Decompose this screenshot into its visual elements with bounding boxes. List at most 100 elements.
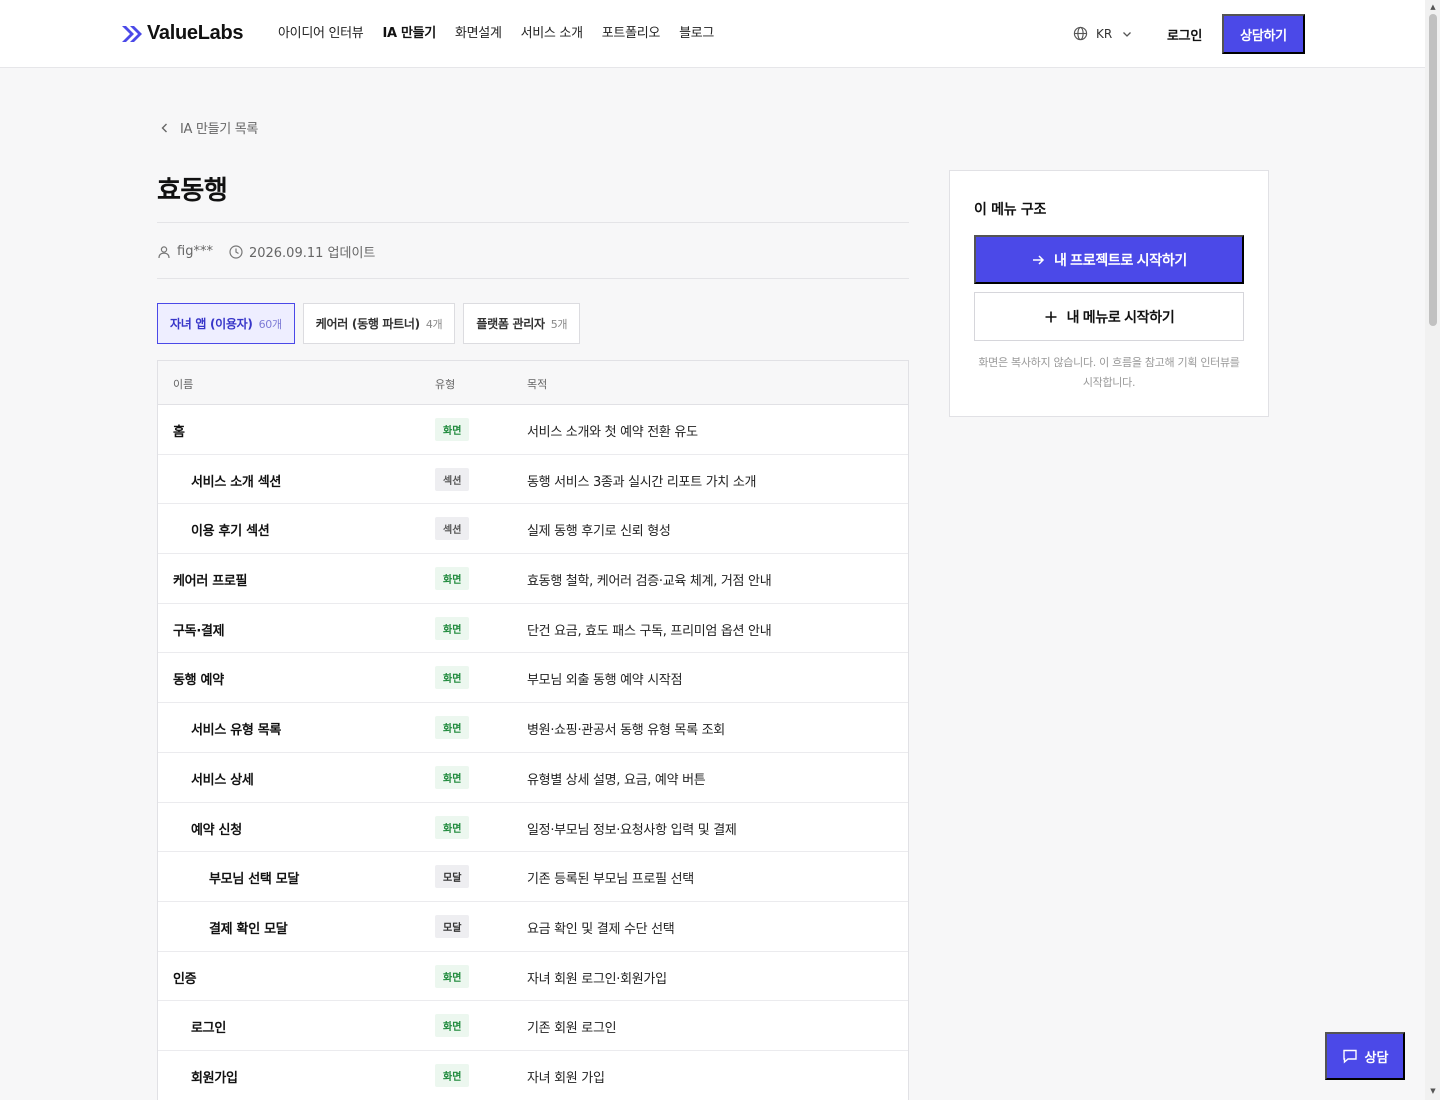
tab-child-app[interactable]: 자녀 앱 (이용자) 60개 — [157, 303, 295, 344]
back-to-list-link[interactable]: IA 만들기 목록 — [160, 118, 258, 137]
row-purpose: 실제 동행 후기로 신뢰 형성 — [527, 524, 671, 540]
card-note: 화면은 복사하지 않습니다. 이 흐름을 참고해 기획 인터뷰를 시작합니다. — [978, 356, 1240, 389]
nav-ia-builder[interactable]: IA 만들기 — [382, 24, 436, 44]
table-row[interactable]: 로그인 화면 기존 회원 로그인 — [158, 1001, 908, 1051]
row-purpose: 일정·부모님 정보·요청사항 입력 및 결제 — [527, 822, 737, 838]
table-row[interactable]: 결제 확인 모달 모달 요금 확인 및 결제 수단 선택 — [158, 902, 908, 952]
nav-portfolio[interactable]: 포트폴리오 — [602, 24, 661, 44]
row-name: 인증 — [173, 971, 197, 987]
table-row[interactable]: 부모님 선택 모달 모달 기존 등록된 부모님 프로필 선택 — [158, 852, 908, 902]
row-purpose: 유형별 상세 설명, 요금, 예약 버튼 — [527, 772, 706, 788]
table-header: 이름 유형 목적 — [158, 361, 908, 405]
nav-service-intro[interactable]: 서비스 소개 — [521, 24, 583, 44]
nav-idea-interview[interactable]: 아이디어 인터뷰 — [278, 24, 364, 44]
type-badge: 화면 — [435, 567, 470, 591]
row-name: 이용 후기 섹션 — [191, 524, 270, 540]
logo-text: ValueLabs — [147, 22, 244, 44]
type-badge: 모달 — [435, 865, 470, 889]
table-row[interactable]: 구독·결제 화면 단건 요금, 효도 패스 구독, 프리미엄 옵션 안내 — [158, 604, 908, 654]
row-purpose: 효동행 철학, 케어러 검증·교육 체계, 거점 안내 — [527, 574, 772, 590]
scroll-down-arrow-icon[interactable]: ▼ — [1429, 1087, 1437, 1095]
divider — [157, 222, 909, 223]
globe-icon — [1073, 26, 1088, 41]
start-with-menu-button[interactable]: 내 메뉴로 시작하기 — [974, 292, 1244, 341]
language-label: KR — [1096, 26, 1113, 41]
row-name: 서비스 유형 목록 — [191, 723, 282, 739]
column-header-purpose: 목적 — [527, 378, 548, 391]
nav-screen-design[interactable]: 화면설계 — [455, 24, 502, 44]
table-row[interactable]: 서비스 소개 섹션 섹션 동행 서비스 3종과 실시간 리포트 가치 소개 — [158, 455, 908, 505]
logo[interactable]: ValueLabs — [121, 22, 244, 45]
row-name: 로그인 — [191, 1021, 226, 1037]
start-with-project-button[interactable]: 내 프로젝트로 시작하기 — [974, 235, 1244, 284]
updated-label: 2026.09.11 업데이트 — [248, 246, 376, 261]
type-badge: 모달 — [435, 914, 470, 938]
author-label: fig*** — [177, 244, 213, 259]
row-purpose: 요금 확인 및 결제 수단 선택 — [527, 921, 675, 937]
row-purpose: 부모님 외출 동행 예약 시작점 — [527, 673, 683, 689]
tab-label: 플랫폼 관리자 — [476, 317, 545, 331]
clock-icon — [229, 244, 243, 259]
type-badge: 화면 — [435, 616, 470, 640]
table-row[interactable]: 서비스 유형 목록 화면 병원·쇼핑·관공서 동행 유형 목록 조회 — [158, 703, 908, 753]
nav-blog[interactable]: 블로그 — [679, 24, 714, 44]
tab-carer[interactable]: 케어러 (동행 파트너) 4개 — [302, 303, 456, 344]
row-name: 부모님 선택 모달 — [209, 872, 300, 888]
tab-count: 60개 — [258, 317, 283, 331]
arrow-right-icon — [1033, 254, 1045, 265]
chat-bubble-icon — [1342, 1049, 1357, 1064]
column-header-name: 이름 — [173, 378, 194, 391]
back-link-label: IA 만들기 목록 — [180, 122, 259, 137]
scrollbar-thumb[interactable] — [1429, 14, 1437, 326]
tab-platform-admin[interactable]: 플랫폼 관리자 5개 — [463, 303, 581, 344]
button-label: 내 메뉴로 시작하기 — [1066, 308, 1175, 325]
ia-table: 이름 유형 목적 홈 화면 서비스 소개와 첫 예약 전환 유도 서비스 소개 섹션 섹… — [157, 360, 909, 1100]
tab-count: 5개 — [550, 317, 568, 331]
row-name: 서비스 상세 — [191, 772, 254, 788]
app-tabs: 자녀 앱 (이용자) 60개 케어러 (동행 파트너) 4개 플랫폼 관리자 5… — [157, 303, 588, 344]
type-badge: 섹션 — [435, 517, 470, 541]
type-badge: 화면 — [435, 716, 470, 740]
row-name: 예약 신청 — [191, 822, 242, 838]
type-badge: 화면 — [435, 666, 470, 690]
table-row[interactable]: 홈 화면 서비스 소개와 첫 예약 전환 유도 — [158, 405, 908, 455]
meta-info: fig*** 2026.09.11 업데이트 — [157, 242, 375, 261]
row-purpose: 병원·쇼핑·관공서 동행 유형 목록 조회 — [527, 723, 725, 739]
row-purpose: 단건 요금, 효도 패스 구독, 프리미엄 옵션 안내 — [527, 623, 772, 639]
type-badge: 화면 — [435, 815, 470, 839]
row-name: 홈 — [173, 425, 185, 440]
chevron-down-icon — [1123, 31, 1132, 37]
row-name: 회원가입 — [191, 1070, 238, 1086]
table-row[interactable]: 예약 신청 화면 일정·부모님 정보·요청사항 입력 및 결제 — [158, 803, 908, 853]
type-badge: 화면 — [435, 765, 470, 789]
row-purpose: 서비스 소개와 첫 예약 전환 유도 — [527, 425, 698, 440]
card-title: 이 메뉴 구조 — [974, 202, 1047, 218]
scroll-up-arrow-icon[interactable]: ▲ — [1429, 3, 1437, 11]
language-selector[interactable]: KR — [1073, 26, 1140, 41]
divider — [157, 278, 909, 279]
row-purpose: 동행 서비스 3종과 실시간 리포트 가치 소개 — [527, 474, 757, 490]
tab-label: 케어러 (동행 파트너) — [315, 317, 420, 331]
table-row[interactable]: 인증 화면 자녀 회원 로그인·회원가입 — [158, 952, 908, 1002]
table-row[interactable]: 동행 예약 화면 부모님 외출 동행 예약 시작점 — [158, 653, 908, 704]
type-badge: 섹션 — [435, 467, 470, 491]
table-row[interactable]: 케어러 프로필 화면 효동행 철학, 케어러 검증·교육 체계, 거점 안내 — [158, 554, 908, 604]
login-link[interactable]: 로그인 — [1167, 25, 1202, 44]
tab-count: 4개 — [425, 317, 443, 331]
table-row[interactable]: 이용 후기 섹션 섹션 실제 동행 후기로 신뢰 형성 — [158, 504, 908, 555]
table-row[interactable]: 회원가입 화면 자녀 회원 가입 — [158, 1051, 908, 1100]
floating-consult-button[interactable]: 상담 — [1325, 1032, 1405, 1080]
page-title: 효동행 — [157, 176, 228, 206]
button-label: 내 프로젝트로 시작하기 — [1054, 251, 1187, 268]
plus-icon — [1045, 311, 1057, 322]
type-badge: 화면 — [435, 1014, 470, 1038]
row-name: 케어러 프로필 — [173, 574, 248, 590]
row-name: 동행 예약 — [173, 673, 224, 689]
type-badge: 화면 — [435, 418, 470, 441]
table-row[interactable]: 서비스 상세 화면 유형별 상세 설명, 요금, 예약 버튼 — [158, 753, 908, 803]
column-header-type: 유형 — [435, 378, 456, 391]
row-purpose: 기존 회원 로그인 — [527, 1021, 617, 1037]
consult-button[interactable]: 상담하기 — [1222, 14, 1305, 54]
top-header: ValueLabs 아이디어 인터뷰 IA 만들기 화면설계 서비스 소개 포트… — [0, 0, 1425, 68]
row-name: 결제 확인 모달 — [209, 921, 288, 937]
